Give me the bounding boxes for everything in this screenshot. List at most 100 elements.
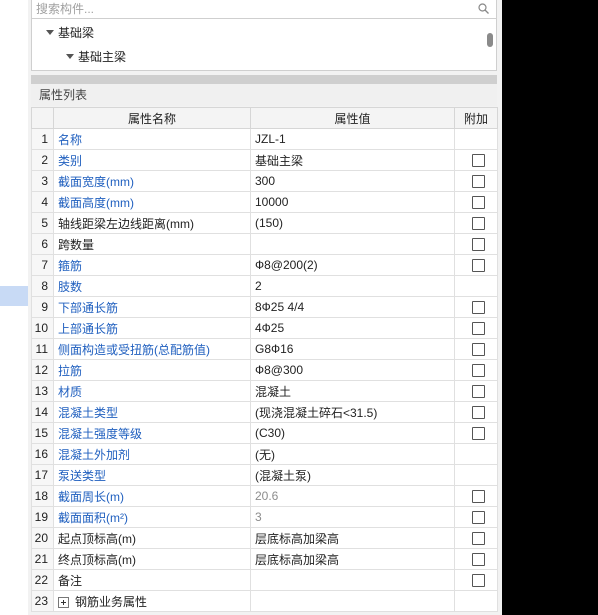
row-index: 10	[31, 317, 54, 339]
tree-node-main-beam[interactable]: 基础主梁	[66, 47, 126, 65]
table-row[interactable]: 17 泵送类型 (混凝土泵)	[31, 464, 498, 486]
table-row[interactable]: 20 起点顶标高(m) 层底标高加梁高	[31, 527, 498, 549]
property-value-cell[interactable]: Ф8@300	[250, 359, 455, 381]
extra-checkbox[interactable]	[471, 154, 485, 168]
extra-checkbox[interactable]	[471, 532, 485, 546]
extra-checkbox[interactable]	[471, 385, 485, 399]
search-input[interactable]	[36, 1, 466, 17]
property-value-cell[interactable]: 20.6	[250, 485, 455, 507]
property-value-cell[interactable]	[250, 233, 455, 255]
extra-checkbox[interactable]	[471, 364, 485, 378]
table-row[interactable]: 14 混凝土类型 (现浇混凝土碎石<31.5)	[31, 401, 498, 423]
extra-checkbox[interactable]	[471, 511, 485, 525]
property-name: 名称	[58, 132, 83, 147]
panel-splitter[interactable]	[31, 75, 497, 84]
extra-checkbox[interactable]	[471, 574, 485, 588]
row-index: 1	[31, 128, 54, 150]
property-value-cell[interactable]: 3	[250, 506, 455, 528]
extra-cell	[454, 233, 498, 255]
plus-box-icon[interactable]	[58, 596, 69, 608]
property-value-cell[interactable]: (混凝土泵)	[250, 464, 455, 486]
extra-checkbox[interactable]	[471, 238, 485, 252]
table-row[interactable]: 19 截面面积(m²) 3	[31, 506, 498, 528]
table-row[interactable]: 16 混凝土外加剂 (无)	[31, 443, 498, 465]
table-row[interactable]: 10 上部通长筋 4Ф25	[31, 317, 498, 339]
property-name-cell: 起点顶标高(m)	[53, 527, 251, 549]
property-value-cell[interactable]: (现浇混凝土碎石<31.5)	[250, 401, 455, 423]
property-name: 下部通长筋	[58, 300, 119, 315]
table-row[interactable]: 1 名称 JZL-1	[31, 128, 498, 150]
table-row[interactable]: 18 截面周长(m) 20.6	[31, 485, 498, 507]
row-index: 12	[31, 359, 54, 381]
extra-checkbox[interactable]	[471, 343, 485, 357]
property-value-cell[interactable]: G8Ф16	[250, 338, 455, 360]
property-value-cell[interactable]: 300	[250, 170, 455, 192]
table-row[interactable]: 4 截面高度(mm) 10000	[31, 191, 498, 213]
extra-checkbox[interactable]	[471, 553, 485, 567]
search-icon[interactable]	[478, 3, 489, 14]
extra-checkbox[interactable]	[471, 196, 485, 210]
tree-scrollbar-thumb[interactable]	[487, 33, 493, 47]
property-value-cell[interactable]: (C30)	[250, 422, 455, 444]
row-index: 17	[31, 464, 54, 486]
property-name: 截面面积(m²)	[58, 510, 128, 525]
extra-checkbox[interactable]	[471, 427, 485, 441]
column-header-extra[interactable]: 附加	[454, 107, 498, 129]
table-row[interactable]: 21 终点顶标高(m) 层底标高加梁高	[31, 548, 498, 570]
row-index: 8	[31, 275, 54, 297]
column-header-name[interactable]: 属性名称	[53, 107, 251, 129]
right-dark-area	[502, 0, 598, 615]
property-value-cell[interactable]: (150)	[250, 212, 455, 234]
property-value-cell[interactable]: 混凝土	[250, 380, 455, 402]
property-name-cell: 侧面构造或受扭筋(总配筋值)	[53, 338, 251, 360]
property-value-cell[interactable]: 2	[250, 275, 455, 297]
caret-down-icon[interactable]	[46, 29, 54, 35]
property-name-cell: 终点顶标高(m)	[53, 548, 251, 570]
extra-cell	[454, 170, 498, 192]
property-name-cell: 名称	[53, 128, 251, 150]
column-header-value[interactable]: 属性值	[250, 107, 455, 129]
property-value-cell[interactable]: Ф8@200(2)	[250, 254, 455, 276]
property-name-cell: 下部通长筋	[53, 296, 251, 318]
extra-checkbox[interactable]	[471, 322, 485, 336]
table-row[interactable]: 11 侧面构造或受扭筋(总配筋值) G8Ф16	[31, 338, 498, 360]
property-value-cell[interactable]: 基础主梁	[250, 149, 455, 171]
table-row[interactable]: 8 肢数 2	[31, 275, 498, 297]
property-value-cell[interactable]: (无)	[250, 443, 455, 465]
table-row[interactable]: 15 混凝土强度等级 (C30)	[31, 422, 498, 444]
property-name: 混凝土强度等级	[58, 426, 143, 441]
extra-checkbox[interactable]	[471, 259, 485, 273]
row-index: 23	[31, 590, 54, 612]
table-row[interactable]: 23 钢筋业务属性	[31, 590, 498, 612]
extra-cell	[454, 212, 498, 234]
property-value-cell[interactable]: 层底标高加梁高	[250, 548, 455, 570]
tree-node-foundation-beam[interactable]: 基础梁	[46, 23, 94, 41]
table-row[interactable]: 3 截面宽度(mm) 300	[31, 170, 498, 192]
property-value-cell[interactable]: 层底标高加梁高	[250, 527, 455, 549]
table-row[interactable]: 12 拉筋 Ф8@300	[31, 359, 498, 381]
table-row[interactable]: 6 跨数量	[31, 233, 498, 255]
extra-checkbox[interactable]	[471, 217, 485, 231]
property-name-cell[interactable]: 钢筋业务属性	[53, 590, 251, 612]
property-value-cell[interactable]: JZL-1	[250, 128, 455, 150]
extra-checkbox[interactable]	[471, 301, 485, 315]
caret-down-icon[interactable]	[66, 53, 74, 59]
property-value-cell[interactable]: 10000	[250, 191, 455, 213]
row-index: 7	[31, 254, 54, 276]
extra-checkbox[interactable]	[471, 406, 485, 420]
property-value-cell[interactable]	[250, 590, 455, 612]
table-row[interactable]: 2 类别 基础主梁	[31, 149, 498, 171]
table-row[interactable]: 13 材质 混凝土	[31, 380, 498, 402]
row-index: 5	[31, 212, 54, 234]
table-row[interactable]: 22 备注	[31, 569, 498, 591]
property-name: 混凝土类型	[58, 405, 119, 420]
extra-checkbox[interactable]	[471, 175, 485, 189]
property-value-cell[interactable]	[250, 569, 455, 591]
property-value-cell[interactable]: 4Ф25	[250, 317, 455, 339]
table-row[interactable]: 5 轴线距梁左边线距离(mm) (150)	[31, 212, 498, 234]
row-index: 2	[31, 149, 54, 171]
extra-checkbox[interactable]	[471, 490, 485, 504]
property-value-cell[interactable]: 8Ф25 4/4	[250, 296, 455, 318]
table-row[interactable]: 7 箍筋 Ф8@200(2)	[31, 254, 498, 276]
table-row[interactable]: 9 下部通长筋 8Ф25 4/4	[31, 296, 498, 318]
